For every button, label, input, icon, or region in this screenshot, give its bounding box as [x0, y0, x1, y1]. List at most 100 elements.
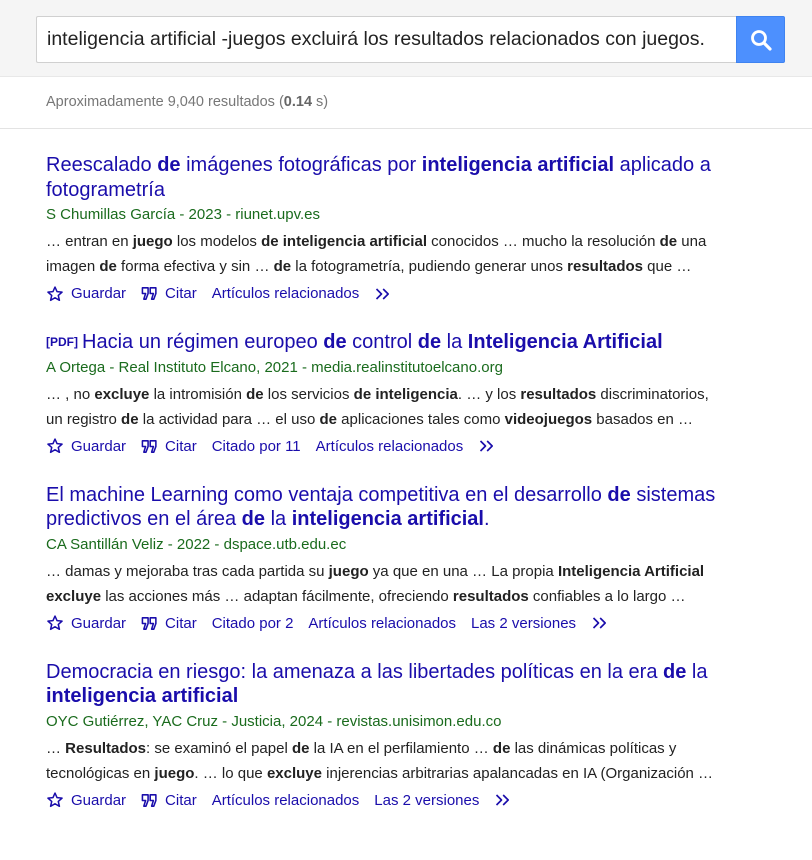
snippet-segment: imagen: [46, 258, 100, 275]
snippet-segment: tecnológicas en: [46, 764, 155, 782]
result-snippet: … damas y mejoraba tras cada partida su …: [46, 559, 812, 609]
versions-link[interactable]: Las 2 versiones: [471, 615, 576, 632]
cite-button-icon-wrap: [141, 793, 158, 808]
search-icon: [750, 29, 772, 51]
snippet-segment: un registro: [46, 410, 122, 428]
results-count-suffix: s): [312, 94, 329, 110]
snippet-segment: los modelos: [172, 233, 262, 250]
result-title-link[interactable]: Hacia un régimen europeo de control de l…: [82, 331, 663, 353]
snippet-segment: la IA en el perfilamiento …: [309, 739, 493, 757]
result-meta: OYC Gutiérrez, YAC Cruz - Justicia, 2024…: [46, 712, 502, 730]
title-segment: inteligencia artificial: [291, 508, 484, 530]
cited-by-link[interactable]: Citado por 11: [212, 438, 301, 455]
snippet-segment: de: [273, 258, 292, 275]
related-articles-link-label: Artículos relacionados: [211, 791, 360, 809]
related-articles-link[interactable]: Artículos relacionados: [212, 285, 360, 302]
save-button-icon-wrap: [46, 285, 64, 303]
versions-link[interactable]: Las 2 versiones: [374, 792, 479, 809]
snippet-segment: excluye: [94, 385, 150, 403]
cite-button[interactable]: Citar: [141, 615, 197, 632]
title-segment: de: [323, 331, 347, 353]
snippet-segment: juego: [328, 562, 369, 580]
star-icon: [47, 792, 63, 808]
snippet-segment: … entran en: [46, 233, 133, 250]
snippet-segment: resultados: [520, 385, 597, 403]
result-actions: Guardar Citar Citado por 11 Artículos relac…: [46, 433, 812, 460]
result-snippet: … entran en juego los modelos de intelig…: [46, 229, 812, 279]
snippet-segment: excluye: [266, 764, 322, 782]
more-options-button[interactable]: [494, 792, 514, 808]
double-chevron-icon: [496, 794, 510, 806]
title-segment: de: [607, 483, 631, 506]
title-segment: Reescalado: [46, 154, 158, 176]
cite-button[interactable]: Citar: [141, 285, 197, 302]
result-title-link[interactable]: El machine Learning como ventaja competi…: [46, 484, 715, 531]
result-meta: A Ortega - Real Instituto Elcano, 2021 -…: [46, 358, 503, 376]
more-options-button[interactable]: [478, 438, 498, 454]
cite-button-label: Citar: [165, 791, 197, 809]
pdf-tag[interactable]: [PDF]: [46, 335, 78, 349]
cited-by-link-label: Citado por 2: [211, 614, 294, 632]
related-articles-link-label: Artículos relacionados: [315, 437, 464, 455]
search-button[interactable]: [736, 16, 785, 63]
search-result: Democracia en riesgo: la amenaza a las l…: [46, 660, 812, 814]
snippet-segment: de: [492, 739, 511, 757]
snippet-segment: videojuegos: [504, 410, 593, 428]
related-articles-link[interactable]: Artículos relacionados: [316, 438, 464, 455]
cited-by-link-label: Citado por 11: [211, 437, 301, 455]
results-stats-bar: Aproximadamente 9,040 resultados (0.14 s…: [0, 77, 812, 129]
cite-button[interactable]: Citar: [141, 438, 197, 455]
search-header: [0, 0, 812, 77]
result-title: Reescalado de imágenes fotográficas por …: [46, 153, 812, 202]
result-title-link[interactable]: Democracia en riesgo: la amenaza a las l…: [46, 661, 707, 708]
search-input[interactable]: [36, 16, 736, 63]
snippet-segment: . … y los: [457, 385, 521, 403]
save-button[interactable]: Guardar: [46, 791, 126, 809]
versions-link-label: Las 2 versiones: [471, 614, 577, 632]
more-options-button[interactable]: [374, 286, 394, 302]
save-button[interactable]: Guardar: [46, 437, 126, 455]
result-title: El machine Learning como ventaja competi…: [46, 483, 812, 532]
snippet-segment: …: [46, 739, 66, 757]
snippet-segment: de: [246, 385, 264, 403]
results-time: 0.14: [283, 94, 313, 110]
title-segment: de: [663, 660, 687, 683]
results-count: Aproximadamente 9,040 resultados (0.14 s…: [46, 94, 328, 110]
related-articles-link-label: Artículos relacionados: [308, 614, 456, 632]
result-title-link[interactable]: Reescalado de imágenes fotográficas por …: [46, 154, 711, 201]
related-articles-link-label: Artículos relacionados: [211, 285, 360, 302]
save-button-icon-wrap: [46, 437, 64, 455]
versions-link-label: Las 2 versiones: [374, 791, 480, 809]
title-segment: la: [265, 508, 292, 530]
save-button-icon-wrap: [46, 791, 64, 809]
cite-button[interactable]: Citar: [141, 792, 197, 809]
snippet-segment: juego: [132, 233, 173, 250]
snippet-segment: de: [99, 258, 117, 275]
snippet-line: … damas y mejoraba tras cada partida su …: [46, 559, 781, 584]
title-segment: inteligencia artificial: [46, 685, 239, 707]
snippet-line: tecnológicas en juego. … lo que excluye …: [46, 761, 781, 786]
cited-by-link[interactable]: Citado por 2: [212, 615, 294, 632]
double-chevron-icon: [480, 440, 494, 452]
save-button[interactable]: Guardar: [46, 614, 126, 632]
snippet-segment: aplicaciones tales como: [337, 410, 505, 428]
title-segment: de: [417, 331, 442, 353]
snippet-segment: Inteligencia Artificial: [557, 562, 705, 580]
more-options-button[interactable]: [591, 615, 611, 631]
save-button[interactable]: Guardar: [46, 285, 126, 303]
result-title: Democracia en riesgo: la amenaza a las l…: [46, 660, 812, 709]
result-snippet: … , no excluye la intromisión de los ser…: [46, 382, 812, 432]
related-articles-link[interactable]: Artículos relacionados: [212, 792, 360, 809]
result-meta: CA Santillán Veliz - 2022 - dspace.utb.e…: [46, 535, 347, 553]
quote-icon: [141, 616, 157, 630]
snippet-line: excluye las acciones más … adaptan fácil…: [46, 584, 781, 609]
cite-button-label: Citar: [165, 285, 197, 302]
save-button-label: Guardar: [71, 285, 127, 302]
related-articles-link[interactable]: Artículos relacionados: [308, 615, 456, 632]
snippet-line: imagen de forma efectiva y sin … de la f…: [46, 254, 781, 279]
quote-icon: [141, 287, 157, 300]
title-segment: .: [484, 508, 490, 530]
save-button-label: Guardar: [71, 437, 127, 455]
search-result: El machine Learning como ventaja competi…: [46, 483, 812, 637]
star-icon: [47, 615, 63, 631]
